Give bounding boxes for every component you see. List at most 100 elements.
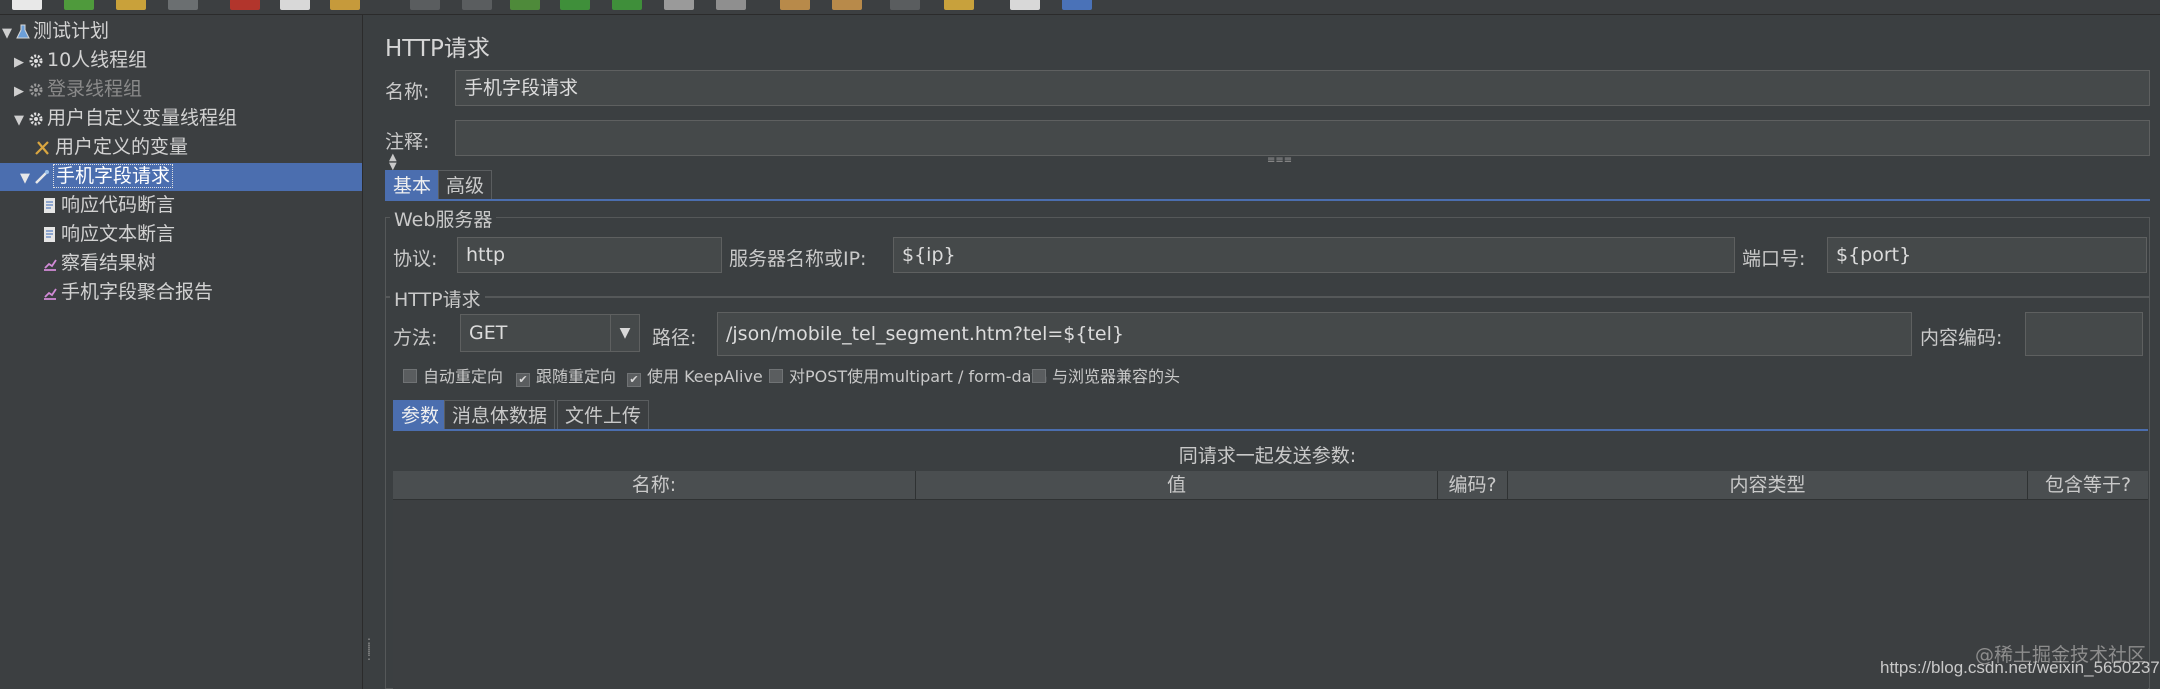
shutdown-icon[interactable] bbox=[716, 0, 746, 10]
parameters-table: 名称: 值 编码? 内容类型 包含等于? bbox=[393, 471, 2148, 689]
wrench-icon bbox=[34, 140, 52, 156]
protocol-field[interactable]: http bbox=[457, 237, 722, 273]
path-field[interactable]: /json/mobile_tel_segment.htm?tel=${tel} bbox=[717, 312, 1912, 356]
tree-node-view-results-tree[interactable]: 察看结果树 bbox=[42, 250, 156, 277]
cut-icon[interactable] bbox=[230, 0, 260, 10]
tree-node-test-plan[interactable]: ▼ 测试计划 bbox=[2, 18, 109, 45]
tab-body-data[interactable]: 消息体数据 bbox=[444, 400, 556, 430]
open-icon[interactable] bbox=[116, 0, 146, 10]
start-no-pause-icon[interactable] bbox=[612, 0, 642, 10]
search-icon[interactable] bbox=[890, 0, 920, 10]
tree-node-label: 登录线程组 bbox=[47, 78, 143, 100]
checkbox-label: 对POST使用multipart / form-data bbox=[789, 367, 1048, 386]
function-helper-icon[interactable] bbox=[1010, 0, 1040, 10]
expand-arrow-icon[interactable]: ▶ bbox=[14, 49, 28, 76]
clear-all-icon[interactable] bbox=[832, 0, 862, 10]
sub-tab-underline bbox=[393, 429, 2148, 431]
checkbox-box[interactable] bbox=[1032, 369, 1046, 383]
collapse-toggle-icon[interactable]: ▲ ▼ bbox=[389, 153, 397, 172]
reset-search-icon[interactable] bbox=[944, 0, 974, 10]
resize-grip-icon[interactable]: ≡≡≡ bbox=[1267, 155, 1292, 166]
auto-redirect-checkbox[interactable]: 自动重定向 bbox=[403, 366, 503, 388]
start-icon[interactable] bbox=[560, 0, 590, 10]
tree-node-label: 响应文本断言 bbox=[61, 223, 176, 245]
stop-icon[interactable] bbox=[664, 0, 694, 10]
checkbox-label: 自动重定向 bbox=[423, 367, 504, 386]
method-select[interactable]: GET ▼ bbox=[460, 314, 640, 352]
method-value: GET bbox=[469, 322, 508, 344]
tree-node-thread-group-10[interactable]: ▶ 10人线程组 bbox=[14, 47, 147, 74]
comment-field[interactable] bbox=[455, 120, 2150, 156]
collapse-icon[interactable] bbox=[462, 0, 492, 10]
name-field[interactable]: 手机字段请求 bbox=[455, 70, 2150, 106]
tree-node-response-code-assertion[interactable]: 响应代码断言 bbox=[42, 192, 175, 219]
server-label: 服务器名称或IP: bbox=[729, 248, 867, 270]
expand-arrow-icon[interactable]: ▶ bbox=[14, 78, 28, 105]
port-label: 端口号: bbox=[1742, 248, 1806, 270]
checkbox-label: 与浏览器兼容的头 bbox=[1052, 367, 1181, 386]
checkbox-box[interactable]: ✔ bbox=[627, 373, 641, 387]
template-icon[interactable] bbox=[64, 0, 94, 10]
watermark-url: https://blog.csdn.net/weixin_56502375 bbox=[1880, 658, 2160, 677]
tree-node-label: 手机字段请求 bbox=[53, 164, 174, 188]
comment-label: 注释: bbox=[385, 131, 430, 153]
tree-node-mobile-request[interactable]: ▼ 手机字段请求 bbox=[20, 163, 174, 192]
name-label: 名称: bbox=[385, 81, 430, 103]
column-header-content-type[interactable]: 内容类型 bbox=[1508, 471, 2028, 499]
method-label: 方法: bbox=[393, 327, 438, 349]
expand-icon[interactable] bbox=[410, 0, 440, 10]
tree-node-label: 察看结果树 bbox=[61, 252, 157, 274]
new-icon[interactable] bbox=[12, 0, 42, 10]
splitter-grip[interactable]: ⋮ ⋮ ⋮ bbox=[363, 637, 375, 670]
follow-redirect-checkbox[interactable]: ✔ 跟随重定向 bbox=[516, 366, 616, 388]
encoding-field[interactable] bbox=[2025, 312, 2143, 356]
tab-basic[interactable]: 基本 bbox=[385, 170, 440, 200]
tree-node-response-text-assertion[interactable]: 响应文本断言 bbox=[42, 221, 175, 248]
chevron-down-icon[interactable]: ▼ bbox=[610, 315, 639, 351]
collapse-arrow-icon[interactable]: ▼ bbox=[14, 107, 28, 134]
checkbox-label: 使用 KeepAlive bbox=[647, 367, 763, 386]
gear-icon bbox=[28, 53, 44, 69]
clear-icon[interactable] bbox=[780, 0, 810, 10]
tab-file-upload[interactable]: 文件上传 bbox=[557, 400, 650, 430]
port-field[interactable]: ${port} bbox=[1827, 237, 2147, 273]
tree-node-label: 用户自定义变量线程组 bbox=[47, 107, 238, 129]
params-caption: 同请求一起发送参数: bbox=[1178, 445, 1357, 467]
checkbox-box[interactable] bbox=[769, 369, 783, 383]
tab-underline bbox=[385, 199, 2150, 201]
tree-node-label: 测试计划 bbox=[33, 20, 110, 42]
http-request-title: HTTP请求 bbox=[390, 285, 485, 312]
server-field[interactable]: ${ip} bbox=[893, 237, 1735, 273]
browser-headers-checkbox[interactable]: 与浏览器兼容的头 bbox=[1032, 366, 1180, 388]
checkbox-box[interactable]: ✔ bbox=[516, 373, 530, 387]
encoding-label: 内容编码: bbox=[1920, 327, 2003, 349]
tree-node-user-var-thread-group[interactable]: ▼ 用户自定义变量线程组 bbox=[14, 105, 237, 132]
collapse-arrow-icon[interactable]: ▼ bbox=[2, 20, 16, 47]
toggle-icon[interactable] bbox=[510, 0, 540, 10]
tree-node-user-defined-vars[interactable]: 用户定义的变量 bbox=[34, 134, 188, 161]
copy-icon[interactable] bbox=[280, 0, 310, 10]
protocol-label: 协议: bbox=[393, 248, 438, 270]
multipart-checkbox[interactable]: 对POST使用multipart / form-data bbox=[769, 366, 1048, 388]
save-icon[interactable] bbox=[168, 0, 198, 10]
column-header-encode[interactable]: 编码? bbox=[1438, 471, 1508, 499]
column-header-name[interactable]: 名称: bbox=[393, 471, 916, 499]
gear-icon bbox=[28, 82, 44, 98]
test-plan-icon bbox=[16, 24, 30, 40]
collapse-arrow-icon[interactable]: ▼ bbox=[20, 165, 34, 192]
help-icon[interactable] bbox=[1062, 0, 1092, 10]
column-header-value[interactable]: 值 bbox=[916, 471, 1438, 499]
tab-parameters[interactable]: 参数 bbox=[393, 400, 448, 430]
checkbox-box[interactable] bbox=[403, 369, 417, 383]
column-header-include-equals[interactable]: 包含等于? bbox=[2028, 471, 2148, 499]
tree-node-aggregate-report[interactable]: 手机字段聚合报告 bbox=[42, 279, 213, 306]
table-header: 名称: 值 编码? 内容类型 包含等于? bbox=[393, 471, 2148, 500]
tab-advanced[interactable]: 高级 bbox=[438, 170, 493, 200]
chart-icon bbox=[42, 256, 58, 272]
chart-icon bbox=[42, 285, 58, 301]
tree-node-login-thread-group[interactable]: ▶ 登录线程组 bbox=[14, 76, 142, 103]
tree-node-label: 用户定义的变量 bbox=[55, 136, 189, 158]
paste-icon[interactable] bbox=[330, 0, 360, 10]
toolbar bbox=[0, 0, 2160, 15]
keepalive-checkbox[interactable]: ✔ 使用 KeepAlive bbox=[627, 366, 763, 388]
